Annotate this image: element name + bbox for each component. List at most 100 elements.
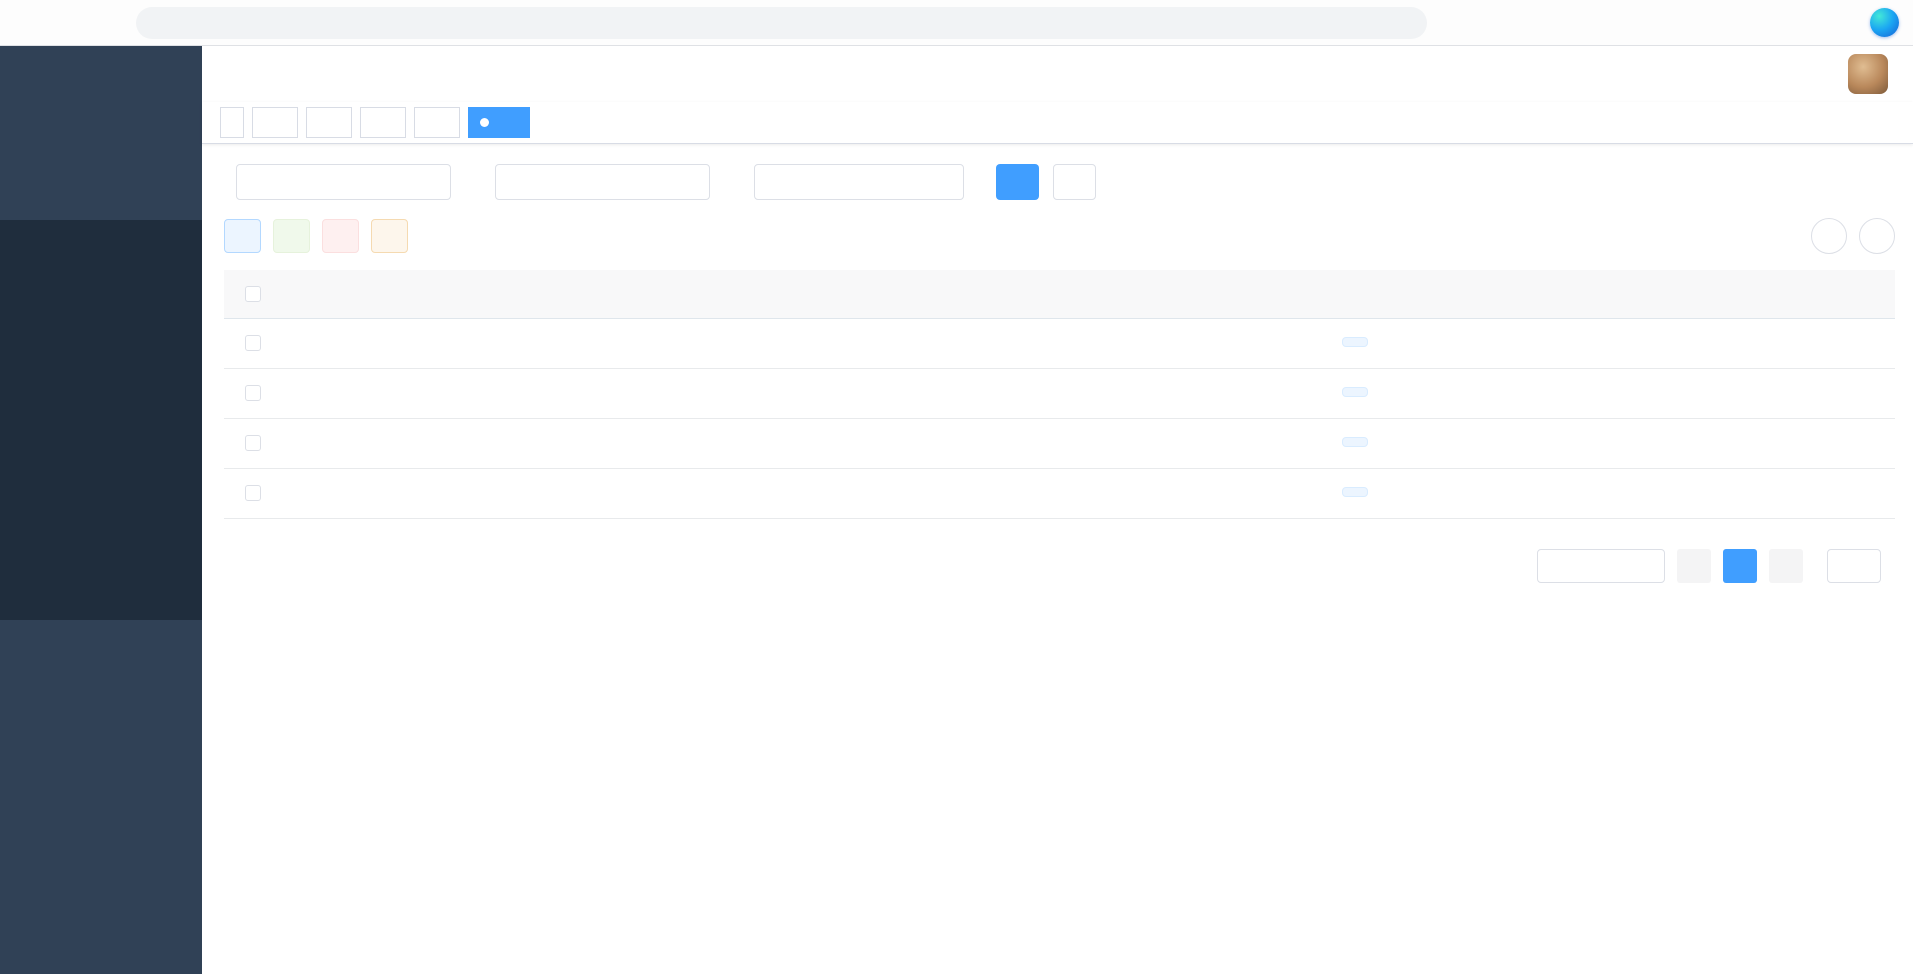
header-checkbox-cell <box>224 270 282 318</box>
add-favorite-button[interactable] <box>1566 5 1604 41</box>
tab-department-management[interactable] <box>414 107 460 138</box>
sidebar-item-menu-management[interactable] <box>0 320 202 370</box>
sidebar-submenu-system <box>0 220 202 620</box>
browser-settings-button[interactable] <box>1824 5 1862 41</box>
next-page-button[interactable] <box>1769 549 1803 583</box>
browser-back-button[interactable] <box>12 5 50 41</box>
cell-post-name <box>777 318 1057 368</box>
row-checkbox[interactable] <box>245 385 261 401</box>
tab-role-management[interactable] <box>306 107 352 138</box>
sidebar-item-dictionary-management[interactable] <box>0 470 202 520</box>
export-button[interactable] <box>371 219 408 253</box>
table-row <box>224 368 1895 418</box>
sidebar-item-system-monitoring[interactable] <box>0 620 202 676</box>
app-logo <box>0 46 202 108</box>
browser-home-button[interactable] <box>88 5 126 41</box>
tab-post-management[interactable] <box>468 107 530 138</box>
cell-post-sort <box>1057 318 1262 368</box>
status-select[interactable] <box>754 164 964 200</box>
cell-post-name <box>777 368 1057 418</box>
sidebar-item-erp[interactable] <box>0 788 202 844</box>
cell-post-sort <box>1057 418 1262 468</box>
browser-refresh-button[interactable] <box>50 5 88 41</box>
sidebar-item-parameter-settings[interactable] <box>0 520 202 570</box>
close-tab-icon[interactable] <box>379 115 394 130</box>
extensions-button[interactable] <box>1609 5 1647 41</box>
row-checkbox[interactable] <box>245 335 261 351</box>
cell-created-time <box>1447 418 1707 468</box>
collections-button[interactable] <box>1738 5 1776 41</box>
column-post-id <box>282 270 572 318</box>
search-button[interactable] <box>996 164 1039 200</box>
page-size-select[interactable] <box>1537 549 1665 583</box>
tab-menu-management[interactable] <box>360 107 406 138</box>
prev-page-button[interactable] <box>1677 549 1711 583</box>
cell-status <box>1262 418 1447 468</box>
post-name-input[interactable] <box>495 164 710 200</box>
cell-checkbox <box>224 318 282 368</box>
header-search-button[interactable] <box>1610 54 1650 94</box>
delete-button[interactable] <box>322 219 359 253</box>
cell-post-code <box>572 468 777 518</box>
page-number-button[interactable] <box>1723 549 1757 583</box>
sidebar-item-post-management[interactable] <box>0 420 202 470</box>
refresh-table-button[interactable] <box>1859 218 1895 254</box>
close-tab-icon[interactable] <box>271 115 286 130</box>
cell-post-id <box>282 468 572 518</box>
sidebar-item-yi-framework[interactable] <box>0 844 202 900</box>
sidebar-item-log-management[interactable] <box>0 570 202 620</box>
cell-post-name <box>777 468 1057 518</box>
cell-status <box>1262 368 1447 418</box>
post-code-input[interactable] <box>236 164 451 200</box>
browser-toolbar <box>0 0 1913 46</box>
github-button[interactable] <box>1656 54 1696 94</box>
cell-post-code <box>572 418 777 468</box>
cell-checkbox <box>224 418 282 468</box>
saved-passwords-button[interactable] <box>1437 5 1475 41</box>
column-post-sort <box>1057 270 1262 318</box>
row-checkbox[interactable] <box>245 435 261 451</box>
status-badge <box>1342 437 1368 447</box>
sidebar-item-home[interactable] <box>0 108 202 164</box>
row-checkbox[interactable] <box>245 485 261 501</box>
close-tab-icon[interactable] <box>325 115 340 130</box>
read-aloud-button[interactable] <box>1480 5 1518 41</box>
font-size-button[interactable] <box>1794 54 1834 94</box>
cell-checkbox <box>224 468 282 518</box>
split-screen-button[interactable] <box>1652 5 1690 41</box>
close-tab-icon[interactable] <box>503 115 518 130</box>
user-avatar-button[interactable] <box>1848 54 1895 94</box>
page-content <box>202 144 1913 974</box>
tab-home[interactable] <box>220 107 244 138</box>
table-row <box>224 418 1895 468</box>
tab-user-management[interactable] <box>252 107 298 138</box>
sidebar-item-department-management[interactable] <box>0 370 202 420</box>
sidebar-item-role-management[interactable] <box>0 270 202 320</box>
sidebar-item-bbs[interactable] <box>0 732 202 788</box>
browser-profile-button[interactable] <box>1781 5 1819 41</box>
column-actions <box>1707 270 1895 318</box>
cell-post-id <box>282 318 572 368</box>
copilot-button[interactable] <box>1867 5 1901 41</box>
zoom-button[interactable] <box>1523 5 1561 41</box>
sidebar-item-system-tools[interactable] <box>0 676 202 732</box>
page-goto-input[interactable] <box>1827 549 1881 583</box>
edit-button[interactable] <box>273 219 310 253</box>
cell-actions <box>1707 318 1895 368</box>
favorites-button[interactable] <box>1695 5 1733 41</box>
filter-status <box>742 164 964 200</box>
cell-created-time <box>1447 468 1707 518</box>
fullscreen-button[interactable] <box>1748 54 1788 94</box>
cell-status <box>1262 318 1447 368</box>
status-badge <box>1342 487 1368 497</box>
add-button[interactable] <box>224 219 261 253</box>
close-tab-icon[interactable] <box>433 115 448 130</box>
help-button[interactable] <box>1702 54 1742 94</box>
toggle-search-button[interactable] <box>1811 218 1847 254</box>
reset-button[interactable] <box>1053 164 1096 200</box>
address-bar[interactable] <box>136 7 1427 39</box>
sidebar-item-user-management[interactable] <box>0 220 202 270</box>
cell-created-time <box>1447 368 1707 418</box>
select-all-checkbox[interactable] <box>245 286 261 302</box>
sidebar-item-system-management[interactable] <box>0 164 202 220</box>
